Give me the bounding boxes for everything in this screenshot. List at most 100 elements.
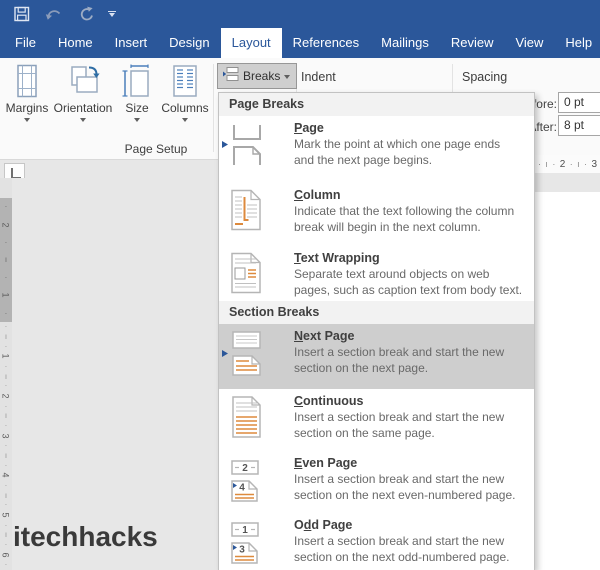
ruler-tick: 3	[591, 159, 597, 170]
chevron-down-icon	[24, 118, 30, 122]
menu-item-even-page[interactable]: 2 4 Even PageInsert a section break and …	[219, 451, 534, 513]
menu-item-column[interactable]: Column Indicate that the text following t…	[219, 183, 534, 246]
tab-layout[interactable]: Layout	[221, 28, 282, 58]
redo-icon[interactable]	[79, 6, 95, 22]
ruler-tick: ·	[5, 521, 8, 530]
orientation-label: Orientation	[50, 101, 116, 115]
page-break-small-icon	[223, 65, 239, 87]
columns-icon	[157, 64, 213, 98]
menu-item-description: Insert a section break and start the new	[294, 472, 534, 488]
ruler-tick: 2	[1, 222, 11, 227]
tab-insert[interactable]: Insert	[104, 28, 159, 58]
menu-item-continuous[interactable]: Continuous Insert a section break and sta…	[219, 389, 534, 451]
menu-item-title: Next Page	[294, 329, 534, 343]
menu-item-description: section on the next odd-numbered page.	[294, 550, 534, 566]
margins-label: Margins	[4, 101, 50, 115]
ruler-tick: ·	[5, 322, 8, 331]
ruler-tick: ı	[5, 255, 7, 264]
ruler-tick: ·	[5, 381, 8, 390]
menu-item-title: Continuous	[294, 394, 534, 408]
chevron-down-icon	[284, 75, 290, 79]
ruler-tick: ·	[5, 421, 8, 430]
menu-item-description: Separate text around objects on web	[294, 267, 534, 283]
ruler-tick: 1	[1, 293, 11, 298]
menu-item-next-page[interactable]: Next PageInsert a section break and star…	[219, 324, 534, 389]
ribbon-button-margins[interactable]: Margins	[4, 64, 50, 122]
ruler-tick: ·	[5, 481, 8, 490]
svg-text:1: 1	[242, 525, 248, 536]
tab-review[interactable]: Review	[440, 28, 505, 58]
svg-text:2: 2	[242, 463, 248, 474]
spacing-before-input[interactable]: 0 pt	[558, 92, 600, 113]
menu-item-description: break will begin in the next column.	[294, 220, 534, 236]
vertical-ruler: ·2·ı·1· ·ı·1·ı·2·ı·3·ı·4·ı·5·ı·6·	[0, 178, 12, 570]
menu-item-description: Insert a section break and start the new	[294, 534, 534, 550]
menu-item-title: Odd Page	[294, 518, 534, 532]
ribbon-button-orientation[interactable]: Orientation	[50, 64, 116, 122]
column-break-icon	[219, 187, 294, 246]
ribbon-button-columns[interactable]: Columns	[157, 64, 213, 122]
chevron-down-icon	[182, 118, 188, 122]
ruler-tick: ı	[5, 530, 7, 539]
ruler-tick: ·	[570, 159, 573, 169]
tab-mailings[interactable]: Mailings	[370, 28, 440, 58]
tab-references[interactable]: References	[282, 28, 370, 58]
menu-item-odd-page[interactable]: 1 3 Odd Page Insert a section break and s…	[219, 513, 534, 570]
menu-item-title: Text Wrapping	[294, 251, 534, 265]
ruler-tick: ·	[552, 159, 555, 169]
ruler-tick: ı	[5, 411, 7, 420]
vertical-ruler-page-band: ·ı·1·ı·2·ı·3·ı·4·ı·5·ı·6·	[0, 322, 12, 570]
ruler-tick: ·	[584, 159, 587, 169]
spacing-section-label: Spacing	[462, 70, 507, 84]
svg-text:3: 3	[239, 545, 245, 556]
breaks-button-label: Breaks	[243, 69, 280, 83]
menu-item-text-wrapping[interactable]: Text Wrapping Separate text around object…	[219, 246, 534, 301]
ruler-tick: ·	[5, 402, 8, 411]
customize-quick-access-toolbar-icon[interactable]	[108, 11, 116, 17]
tab-design[interactable]: Design	[158, 28, 220, 58]
document-page[interactable]	[535, 192, 600, 570]
tab-help[interactable]: Help	[554, 28, 600, 58]
ruler-tick: ·	[538, 159, 541, 169]
menu-item-description: Insert a section break and start the new	[294, 410, 534, 426]
ruler-tick: 6	[1, 552, 11, 557]
menu-section-header-section-breaks: Section Breaks	[219, 301, 534, 324]
menu-item-title: Page	[294, 121, 534, 135]
breaks-button[interactable]: Breaks	[217, 63, 297, 89]
size-icon	[116, 64, 158, 98]
indent-section-label: Indent	[301, 70, 336, 84]
menu-item-page[interactable]: Page Mark the point at which one page end…	[219, 116, 534, 183]
ruler-tick: 1	[1, 354, 11, 359]
tab-view[interactable]: View	[504, 28, 554, 58]
ruler-tick: ı	[5, 451, 7, 460]
menu-item-title: Even Page	[294, 456, 534, 470]
tab-file[interactable]: File	[4, 28, 47, 58]
ruler-tick: ·	[5, 309, 8, 318]
breaks-dropdown-menu: Page Breaks PageMark the point at which …	[218, 92, 535, 570]
ruler-tick: ·	[5, 362, 8, 371]
ruler-tick: ı	[577, 159, 580, 169]
chevron-down-icon	[134, 118, 140, 122]
ruler-tick: ı	[5, 491, 7, 500]
menu-item-description: and the next page begins.	[294, 153, 534, 169]
chevron-down-icon	[80, 118, 86, 122]
ruler-tick: ·	[5, 560, 8, 569]
menu-item-description: section on the next even-numbered page.	[294, 488, 534, 504]
margins-icon	[4, 64, 50, 98]
ruler-tick: ·	[5, 273, 8, 282]
menu-item-description: Mark the point at which one page ends	[294, 137, 534, 153]
vertical-ruler-margin-band: ·2·ı·1·	[0, 198, 12, 322]
ruler-tick: 5	[1, 513, 11, 518]
undo-icon[interactable]	[45, 7, 64, 22]
save-icon[interactable]	[14, 6, 30, 22]
menu-item-description: Indicate that the text following the col…	[294, 204, 534, 220]
spacing-after-input[interactable]: 8 pt	[558, 115, 600, 136]
ruler-tick: ·	[5, 441, 8, 450]
ruler-tick: ı	[5, 332, 7, 341]
ribbon-button-size[interactable]: Size	[116, 64, 158, 122]
tab-home[interactable]: Home	[47, 28, 104, 58]
text-wrapping-icon	[219, 250, 294, 301]
menu-item-title: Column	[294, 188, 534, 202]
page-break-icon	[219, 120, 294, 183]
ruler-tick: ·	[5, 202, 8, 211]
